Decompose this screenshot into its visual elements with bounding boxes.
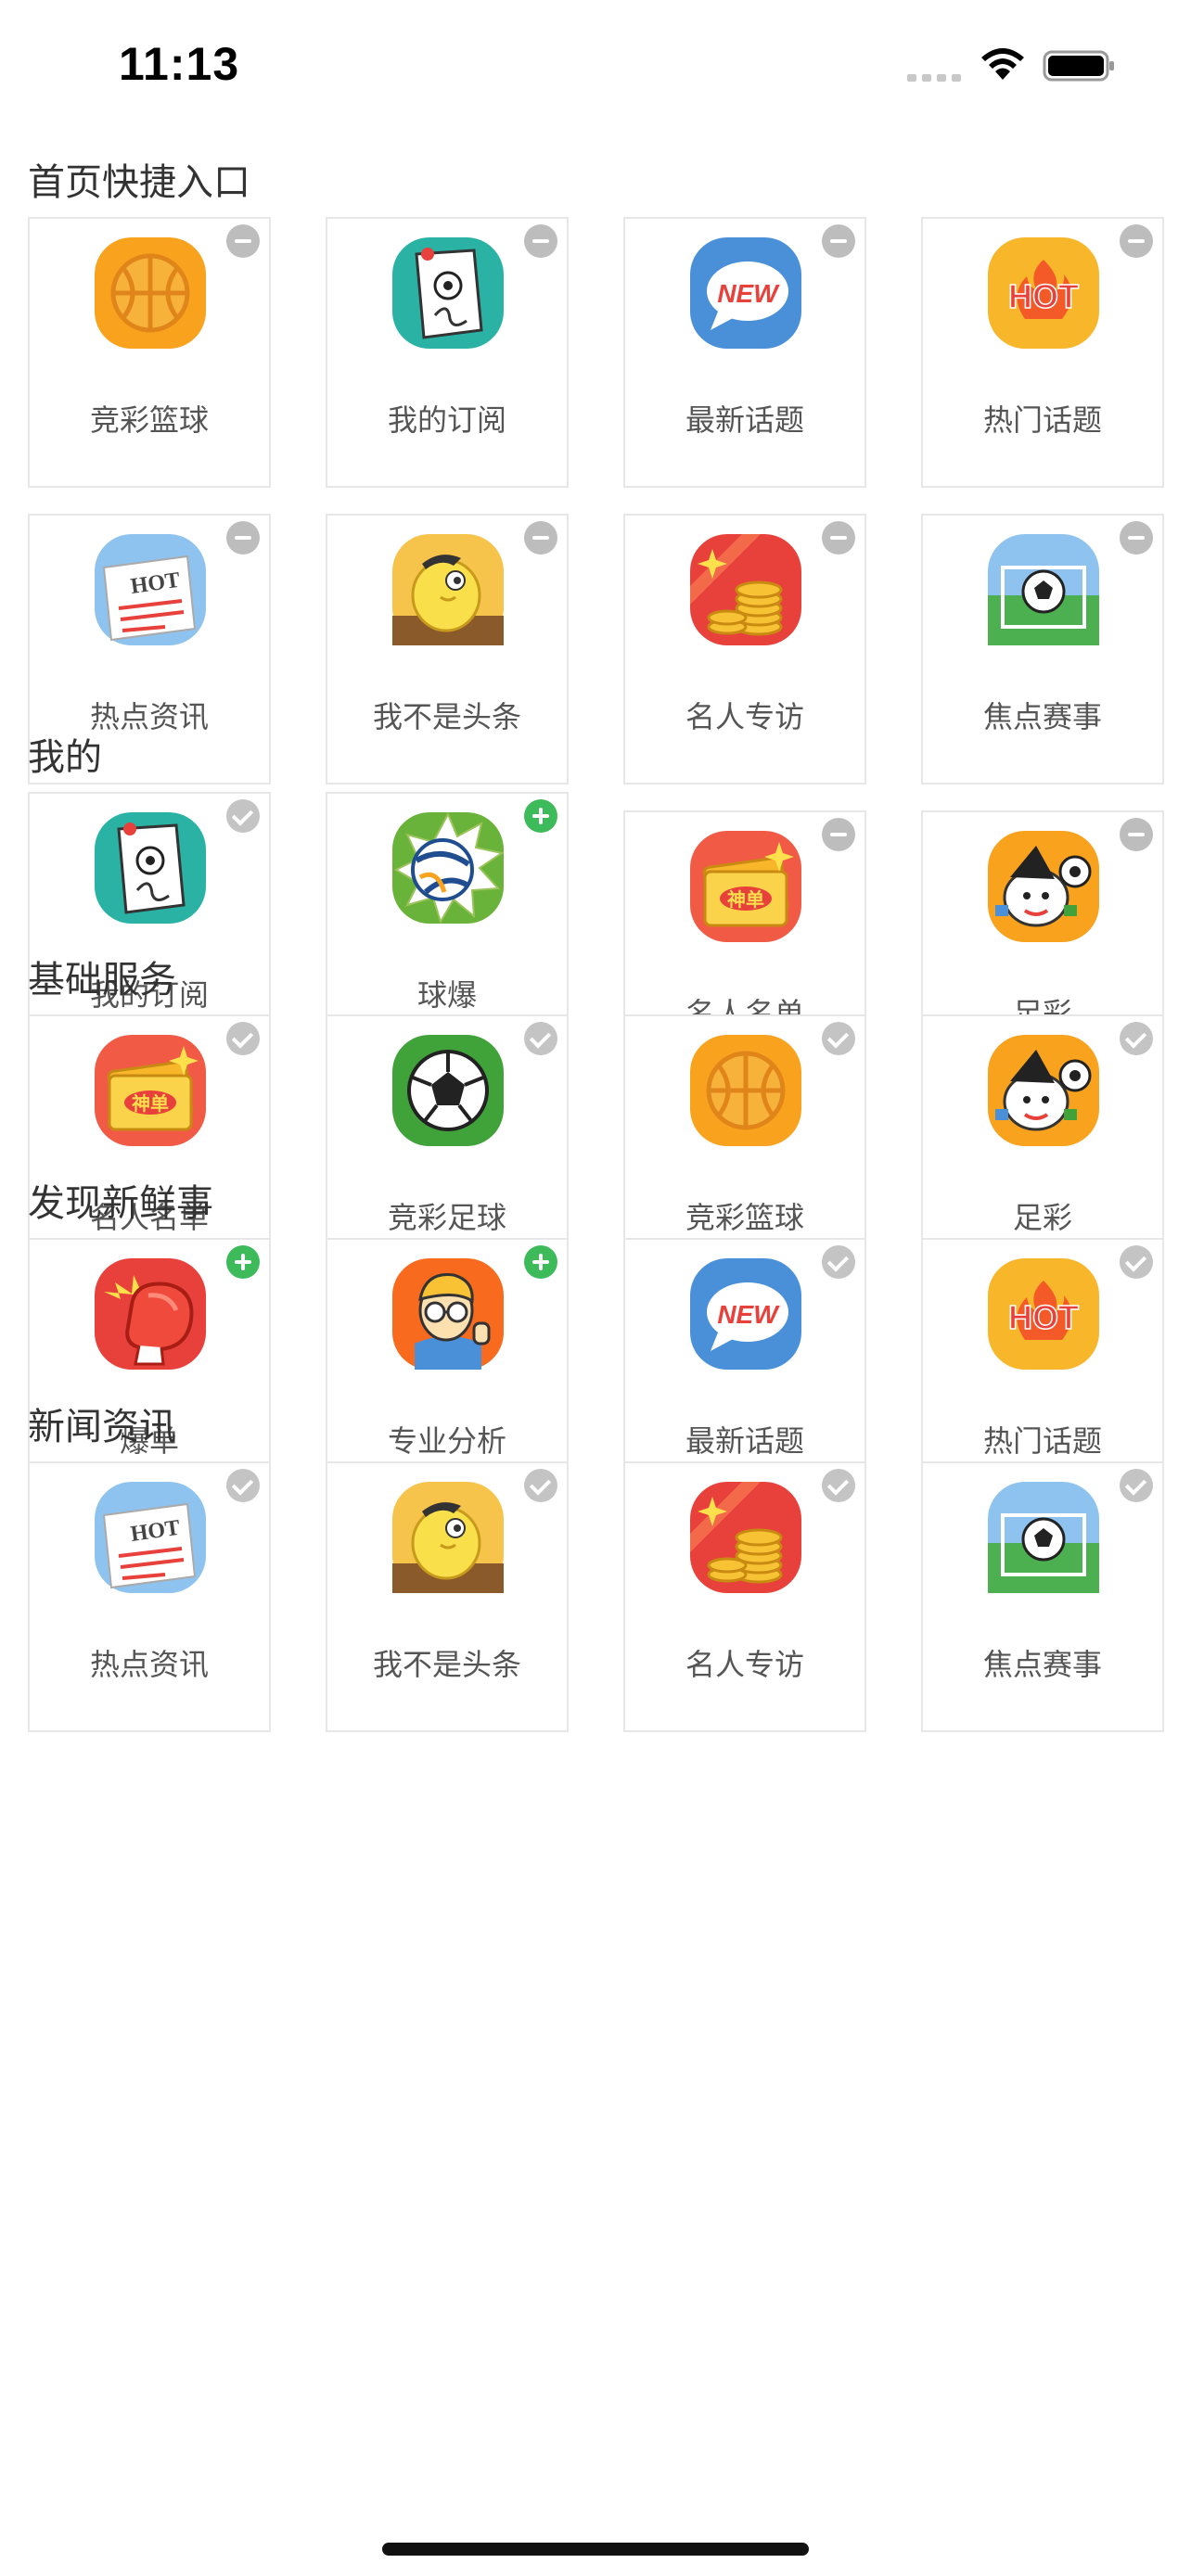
shortcut-label: 球爆: [416, 977, 477, 1013]
signal-dots-icon: [907, 74, 961, 82]
checkmark-icon: [1120, 1469, 1153, 1502]
shortcut-tile[interactable]: 焦点赛事: [921, 1461, 1164, 1732]
add-icon[interactable]: [524, 799, 557, 833]
shortcut-label: 我不是头条: [372, 699, 521, 734]
shortcut-label: 专业分析: [387, 1423, 506, 1459]
shortcut-label: 热门话题: [982, 1423, 1102, 1459]
new-bubble-icon: NEW: [686, 1255, 805, 1373]
new-bubble-icon: NEW: [686, 234, 805, 352]
shortcut-tile[interactable]: HOT 热点资讯: [28, 1461, 271, 1732]
svg-text:神单: 神单: [727, 888, 764, 911]
remove-icon[interactable]: [822, 818, 855, 851]
subscription-note-icon: [389, 234, 507, 352]
thinking-chick-icon: [389, 1478, 507, 1597]
hot-fire-icon: HOT: [984, 1255, 1103, 1373]
clown-soccer-icon: [984, 827, 1103, 946]
shortcut-label: 最新话题: [685, 402, 804, 438]
analyst-icon: [389, 1255, 507, 1373]
boxing-glove-icon: [91, 1255, 210, 1373]
checkmark-icon: [822, 1022, 855, 1055]
remove-icon[interactable]: [524, 521, 557, 555]
shortcut-label: 焦点赛事: [982, 1647, 1102, 1682]
status-bar: 11:13: [0, 0, 1191, 130]
checkmark-icon: [226, 799, 260, 833]
shortcut-label: 热门话题: [982, 402, 1102, 438]
shortcut-tile[interactable]: 我的订阅: [326, 217, 569, 488]
svg-text:神单: 神单: [132, 1092, 169, 1115]
add-icon[interactable]: [226, 1245, 260, 1279]
gold-coins-icon: [686, 530, 805, 649]
shortcut-label: 我的订阅: [387, 402, 506, 438]
checkmark-icon: [524, 1469, 557, 1502]
section-title: 首页快捷入口: [28, 161, 250, 204]
svg-text:NEW: NEW: [717, 1300, 780, 1329]
battery-icon: [1043, 50, 1114, 82]
checkmark-icon: [1120, 1022, 1153, 1055]
remove-icon[interactable]: [1120, 224, 1153, 258]
thinking-chick-icon: [389, 530, 507, 649]
home-indicator[interactable]: [382, 2543, 809, 2556]
shortcut-tile[interactable]: 我不是头条: [326, 1461, 569, 1732]
shortcut-label: 竞彩篮球: [89, 402, 209, 438]
shortcut-tile[interactable]: 我不是头条: [326, 514, 569, 784]
remove-icon[interactable]: [226, 224, 260, 258]
ball-burst-icon: [389, 809, 507, 927]
shortcut-label: 我不是头条: [372, 1647, 521, 1682]
ticket-icon: 神单: [686, 827, 805, 946]
shortcut-tile[interactable]: 名人专访: [623, 1461, 866, 1732]
checkmark-icon: [822, 1245, 855, 1279]
wifi-icon: [981, 48, 1024, 80]
remove-icon[interactable]: [1120, 521, 1153, 555]
shortcut-label: 名人专访: [685, 699, 804, 734]
section-title: 发现新鲜事: [28, 1182, 213, 1225]
soccer-field-icon: [984, 1478, 1103, 1597]
section-title: 新闻资讯: [28, 1406, 176, 1448]
section-title: 基础服务: [28, 959, 176, 1001]
svg-text:HOT: HOT: [1008, 1298, 1079, 1336]
checkmark-icon: [822, 1469, 855, 1502]
hot-fire-icon: HOT: [984, 234, 1103, 352]
shortcut-label: 足彩: [1012, 1200, 1072, 1235]
shortcut-label: 名人专访: [685, 1647, 804, 1682]
section-title: 我的: [28, 736, 102, 779]
checkmark-icon: [226, 1469, 260, 1502]
shortcut-label: 最新话题: [685, 1423, 804, 1459]
newspaper-icon: HOT: [91, 1478, 210, 1597]
shortcut-tile[interactable]: NEW 最新话题: [623, 217, 866, 488]
clown-soccer-icon: [984, 1031, 1103, 1150]
shortcut-label: 竞彩足球: [387, 1200, 506, 1235]
shortcut-tile[interactable]: HOT 热门话题: [921, 217, 1164, 488]
soccer-field-icon: [984, 530, 1103, 649]
newspaper-icon: HOT: [91, 530, 210, 649]
remove-icon[interactable]: [1120, 818, 1153, 851]
add-icon[interactable]: [524, 1245, 557, 1279]
shortcut-label: 热点资讯: [89, 1647, 209, 1682]
shortcut-tile[interactable]: 名人专访: [623, 514, 866, 784]
shortcut-tile[interactable]: 竞彩篮球: [28, 217, 271, 488]
shortcut-tile[interactable]: 焦点赛事: [921, 514, 1164, 784]
basketball-icon: [686, 1031, 805, 1150]
remove-icon[interactable]: [822, 224, 855, 258]
soccer-ball-icon: [389, 1031, 507, 1150]
checkmark-icon: [1120, 1245, 1153, 1279]
svg-text:HOT: HOT: [1008, 277, 1079, 315]
checkmark-icon: [226, 1022, 260, 1055]
ticket-icon: 神单: [91, 1031, 210, 1150]
shortcut-label: 焦点赛事: [982, 699, 1102, 734]
shortcut-label: 竞彩篮球: [685, 1200, 804, 1235]
remove-icon[interactable]: [226, 521, 260, 555]
basketball-icon: [91, 234, 210, 352]
gold-coins-icon: [686, 1478, 805, 1597]
svg-text:NEW: NEW: [717, 279, 780, 308]
subscription-note-icon: [91, 809, 210, 927]
checkmark-icon: [524, 1022, 557, 1055]
status-time: 11:13: [119, 38, 240, 90]
remove-icon[interactable]: [524, 224, 557, 258]
remove-icon[interactable]: [822, 521, 855, 555]
